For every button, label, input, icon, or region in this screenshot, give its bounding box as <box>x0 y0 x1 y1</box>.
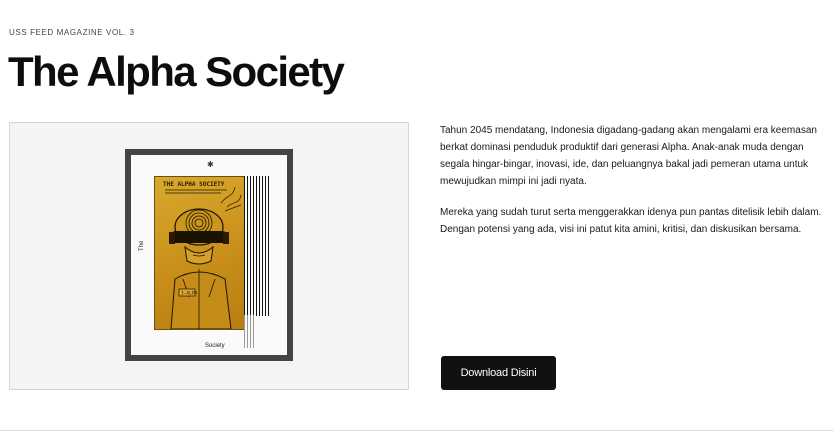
cover-spine-text: The <box>139 240 145 251</box>
alpha-kid-illustration: THE ALPHA SOCIETY I-ALPA <box>163 181 242 329</box>
magazine-label: USS FEED MAGAZINE VOL. 3 <box>9 28 135 37</box>
description: Tahun 2045 mendatang, Indonesia digadang… <box>440 122 825 252</box>
cover-image-panel: ✱ The THE ALPHA SOCIETY I-ALPA Society <box>9 122 409 390</box>
download-button[interactable]: Download Disini <box>441 356 556 390</box>
barcode-stripes-lower <box>244 315 254 348</box>
divider <box>0 430 834 431</box>
cover-bottom-label: Society <box>205 343 225 349</box>
poster-title-text: THE ALPHA SOCIETY <box>163 181 225 188</box>
cover-illustration: THE ALPHA SOCIETY I-ALPA <box>154 176 247 330</box>
description-paragraph-2: Mereka yang sudah turut serta menggerakk… <box>440 207 822 235</box>
star-icon: ✱ <box>207 160 214 169</box>
description-paragraph-1: Tahun 2045 mendatang, Indonesia digadang… <box>440 125 817 187</box>
poster-badge-text: I-ALPA <box>181 291 198 297</box>
cover-page: ✱ The THE ALPHA SOCIETY I-ALPA Society <box>131 155 287 355</box>
magazine-cover: ✱ The THE ALPHA SOCIETY I-ALPA Society <box>125 149 293 361</box>
barcode-stripes <box>244 176 270 316</box>
page: USS FEED MAGAZINE VOL. 3 The Alpha Socie… <box>0 0 834 433</box>
page-title: The Alpha Society <box>8 48 345 95</box>
